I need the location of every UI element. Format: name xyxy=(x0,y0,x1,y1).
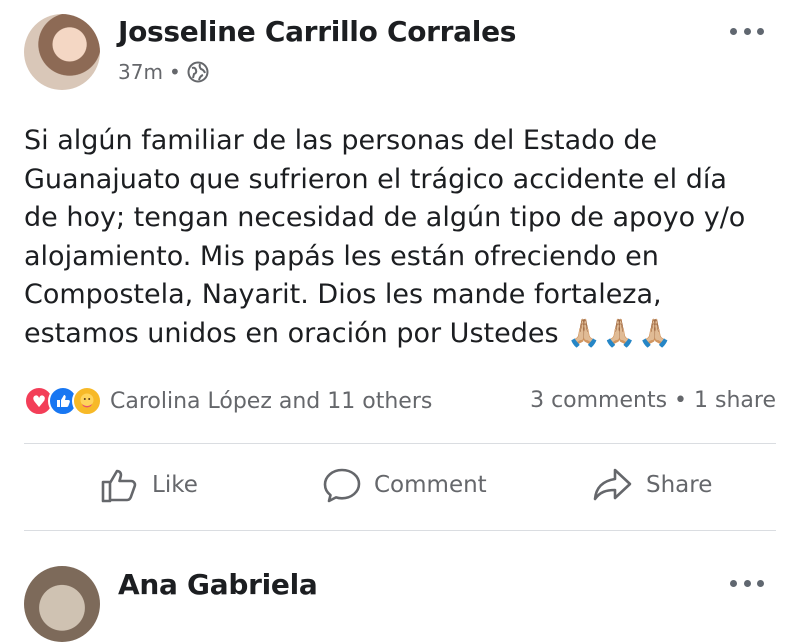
reactions-summary[interactable]: ♥ Carolina López and 11 others xyxy=(24,386,432,416)
praying-hands-emoji: 🙏🏼🙏🏼🙏🏼 xyxy=(567,317,674,349)
comment-button[interactable]: Comment xyxy=(322,466,487,504)
more-options-icon[interactable] xyxy=(730,26,764,36)
like-button[interactable]: Like xyxy=(100,466,198,504)
comment-label: Comment xyxy=(374,472,487,498)
share-button[interactable]: Share xyxy=(592,466,712,504)
care-icon xyxy=(72,386,102,416)
post-body: Si algún familiar de las personas del Es… xyxy=(24,122,784,353)
share-label: Share xyxy=(646,472,713,498)
post-text: Si algún familiar de las personas del Es… xyxy=(24,125,746,349)
post-author-name[interactable]: Josseline Carrillo Corrales xyxy=(118,15,516,48)
more-options-icon[interactable] xyxy=(730,578,764,588)
divider xyxy=(24,443,776,444)
share-arrow-icon xyxy=(592,466,634,504)
avatar[interactable] xyxy=(24,14,100,90)
globe-icon[interactable] xyxy=(187,61,209,83)
meta-separator: • xyxy=(168,60,181,84)
post-author-name[interactable]: Ana Gabriela xyxy=(118,568,318,601)
post-timestamp[interactable]: 37m xyxy=(118,60,163,84)
comments-shares-count[interactable]: 3 comments • 1 share xyxy=(530,388,776,413)
reaction-names[interactable]: Carolina López and 11 others xyxy=(110,389,432,414)
thumbs-up-icon xyxy=(100,466,140,504)
speech-bubble-icon xyxy=(322,466,362,504)
like-label: Like xyxy=(152,472,198,498)
avatar[interactable] xyxy=(24,566,100,642)
post-meta: 37m • xyxy=(118,60,209,84)
divider xyxy=(24,530,776,531)
